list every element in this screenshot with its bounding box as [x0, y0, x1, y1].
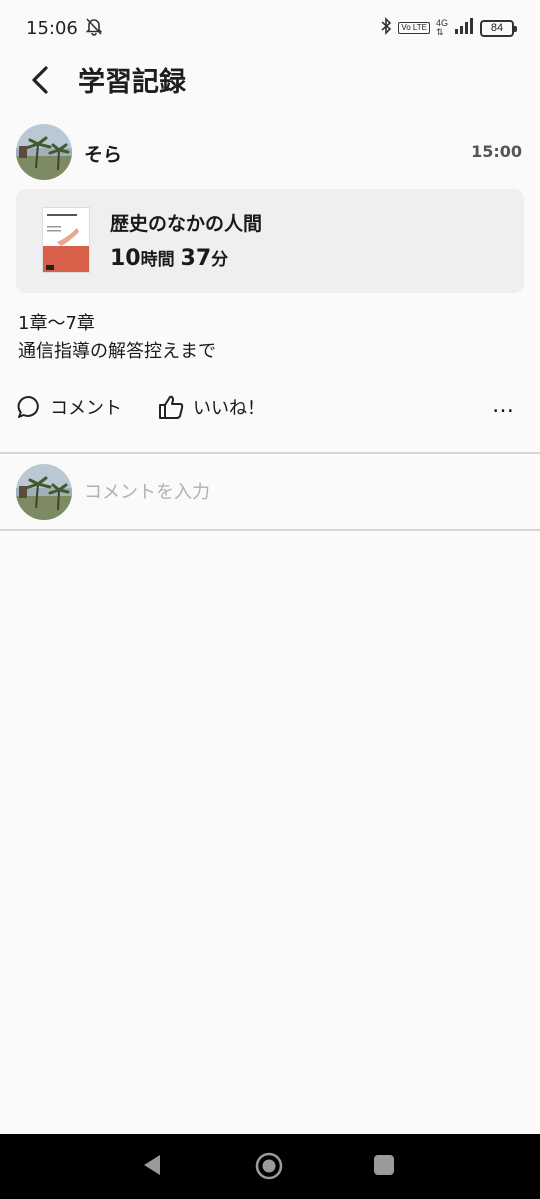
book-card[interactable]: 歴史のなかの人間 10時間 37分: [16, 189, 524, 293]
post-body-line: 通信指導の解答控えまで: [18, 341, 216, 362]
network-indicator: 4G ⇅: [436, 19, 448, 37]
avatar-image: [16, 124, 72, 180]
circle-home-icon: [255, 1152, 283, 1180]
system-nav-bar: [0, 1134, 540, 1199]
like-label: いいね！: [193, 398, 265, 419]
duration-hours-unit: 時間: [140, 250, 175, 270]
app-header: 学習記録: [0, 56, 540, 104]
data-arrows-icon: ⇅: [435, 27, 444, 37]
post-user-name[interactable]: そら: [84, 140, 122, 167]
volte-icon: Vo LTE: [398, 22, 430, 34]
back-button[interactable]: [28, 62, 56, 98]
post-body: 1章〜7章 通信指導の解答控えまで: [18, 310, 216, 366]
signal-icon: [454, 18, 474, 38]
triangle-back-icon: [144, 1155, 160, 1175]
square-recents-icon: [374, 1155, 394, 1175]
post-actions: コメント いいね！ …: [16, 394, 524, 424]
post-body-line: 1章〜7章: [18, 313, 95, 334]
post-timestamp: 15:00: [471, 142, 522, 161]
bluetooth-icon: [380, 17, 392, 39]
duration-minutes-unit: 分: [211, 250, 229, 270]
status-right: Vo LTE 4G ⇅ 84: [380, 17, 517, 39]
battery-icon: 84: [480, 19, 517, 37]
duration-minutes: 37: [180, 246, 212, 271]
duration-hours: 10: [110, 246, 141, 271]
chevron-left-icon: [32, 66, 48, 94]
status-left: 15:06: [26, 16, 104, 41]
comment-button[interactable]: コメント: [16, 394, 122, 420]
thumbs-up-icon: [159, 395, 184, 419]
bell-off-icon: [84, 16, 104, 41]
comment-label: コメント: [50, 398, 122, 419]
nav-home-button[interactable]: [254, 1151, 284, 1185]
status-bar: 15:06 Vo LTE 4G ⇅ 84: [0, 0, 540, 56]
avatar-image: [16, 464, 72, 520]
nav-recents-button[interactable]: [373, 1154, 395, 1180]
comment-bubble-icon: [17, 395, 39, 418]
book-cover-image: [42, 207, 90, 273]
avatar[interactable]: [16, 124, 72, 180]
study-duration: 10時間 37分: [110, 245, 228, 271]
divider: [0, 529, 540, 531]
status-time: 15:06: [26, 17, 78, 39]
like-button[interactable]: いいね！: [157, 394, 265, 420]
comment-input[interactable]: [84, 474, 514, 510]
divider: [0, 452, 540, 454]
more-options-button[interactable]: …: [492, 394, 516, 418]
nav-back-button[interactable]: [140, 1152, 164, 1182]
page-title: 学習記録: [78, 67, 186, 98]
avatar: [16, 464, 72, 520]
book-title: 歴史のなかの人間: [110, 213, 263, 235]
